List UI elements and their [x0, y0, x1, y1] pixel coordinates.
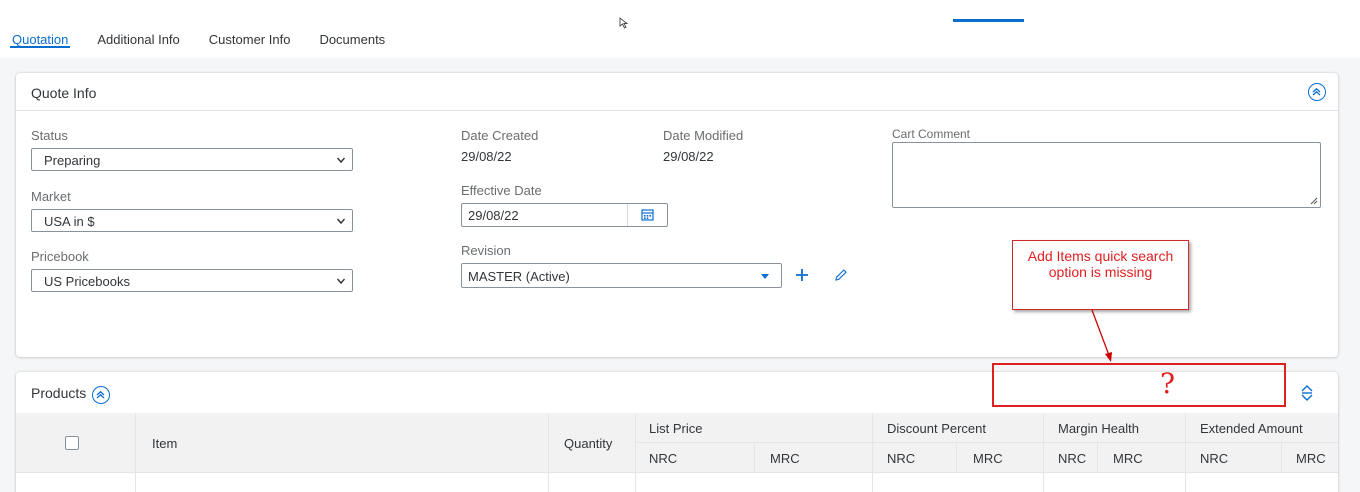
table-cell — [873, 473, 1044, 492]
margin-nrc-header[interactable]: NRC — [1044, 443, 1098, 473]
list-price-mrc-header[interactable]: MRC — [755, 443, 873, 473]
double-chevron-up-icon — [1312, 87, 1321, 96]
mrc-label: MRC — [973, 451, 1003, 466]
table-cell — [549, 473, 636, 492]
tab-quotation[interactable]: Quotation — [9, 0, 71, 58]
revision-value: MASTER (Active) — [468, 269, 570, 284]
list-price-header[interactable]: List Price — [636, 413, 873, 443]
collapse-quote-info-button[interactable] — [1308, 83, 1326, 101]
collapse-products-button[interactable] — [92, 386, 110, 404]
cart-comment-label: Cart Comment — [892, 127, 971, 141]
top-accent-bar — [953, 19, 1024, 22]
annotation-question-mark: ? — [1160, 367, 1176, 400]
mouse-cursor-icon — [619, 17, 631, 29]
top-bar: Quotation Additional Info Customer Info … — [0, 0, 1360, 58]
effective-date-value: 29/08/22 — [468, 208, 519, 223]
table-cell — [16, 473, 136, 492]
tab-additional-info[interactable]: Additional Info — [97, 0, 179, 58]
calendar-icon — [641, 209, 654, 221]
select-all-header — [16, 413, 136, 473]
effective-date-label: Effective Date — [461, 183, 542, 198]
tab-documents[interactable]: Documents — [319, 0, 385, 58]
discount-percent-header[interactable]: Discount Percent — [873, 413, 1044, 443]
products-table: Item Quantity List Price Discount Percen… — [16, 413, 1338, 492]
pricebook-label: Pricebook — [31, 249, 89, 264]
revision-select[interactable]: MASTER (Active) — [461, 263, 782, 288]
edit-revision-button[interactable] — [834, 268, 848, 282]
market-select[interactable]: USA in $ — [31, 209, 353, 232]
products-title: Products — [31, 385, 87, 401]
nrc-label: NRC — [1058, 451, 1087, 466]
quote-info-header: Quote Info — [16, 73, 1338, 111]
margin-health-header[interactable]: Margin Health — [1044, 413, 1186, 443]
add-revision-button[interactable] — [795, 265, 811, 285]
chevron-down-icon — [336, 218, 346, 225]
resize-grip-icon — [1310, 197, 1318, 205]
nrc-label: NRC — [649, 451, 678, 466]
quote-info-title: Quote Info — [31, 85, 97, 101]
tab-customer-info[interactable]: Customer Info — [209, 0, 291, 58]
status-value: Preparing — [44, 153, 101, 168]
table-cell — [636, 473, 873, 492]
caret-down-icon — [761, 274, 769, 279]
market-label: Market — [31, 189, 71, 204]
mrc-label: MRC — [1296, 451, 1326, 466]
nrc-label: NRC — [1200, 451, 1229, 466]
list-price-header-label: List Price — [649, 421, 703, 436]
quantity-header-label: Quantity — [564, 436, 613, 451]
mrc-label: MRC — [770, 451, 800, 466]
table-cell — [1044, 473, 1186, 492]
margin-mrc-header[interactable]: MRC — [1098, 443, 1186, 473]
chevron-down-icon — [336, 278, 346, 285]
discount-nrc-header[interactable]: NRC — [873, 443, 957, 473]
market-value: USA in $ — [44, 214, 95, 229]
effective-date-input[interactable]: 29/08/22 — [461, 203, 668, 227]
date-created-value: 29/08/22 — [461, 149, 512, 164]
quantity-header[interactable]: Quantity — [549, 413, 636, 473]
extended-amount-header-label: Extended Amount — [1200, 421, 1303, 436]
date-modified-value: 29/08/22 — [663, 149, 714, 164]
nrc-label: NRC — [887, 451, 916, 466]
item-header-label: Item — [152, 436, 178, 451]
status-select[interactable]: Preparing — [31, 148, 353, 171]
list-price-nrc-header[interactable]: NRC — [636, 443, 755, 473]
extended-nrc-header[interactable]: NRC — [1186, 443, 1282, 473]
annotation-callout: Add Items quick search option is missing — [1012, 240, 1189, 310]
calendar-button[interactable] — [627, 204, 667, 226]
discount-mrc-header[interactable]: MRC — [957, 443, 1044, 473]
table-row — [16, 473, 1338, 492]
margin-health-header-label: Margin Health — [1058, 421, 1139, 436]
annotation-arrow — [1091, 309, 1112, 362]
select-all-checkbox[interactable] — [65, 436, 79, 450]
item-header[interactable]: Item — [136, 413, 647, 473]
date-modified-label: Date Modified — [663, 128, 744, 143]
pricebook-select[interactable]: US Pricebooks — [31, 269, 353, 292]
extended-mrc-header[interactable]: MRC — [1282, 443, 1338, 473]
date-created-label: Date Created — [461, 128, 539, 143]
mrc-label: MRC — [1113, 451, 1143, 466]
pencil-icon — [835, 269, 847, 281]
table-cell — [136, 473, 549, 492]
double-chevron-up-icon — [96, 390, 105, 399]
cart-comment-textarea[interactable] — [892, 142, 1321, 208]
extended-amount-header[interactable]: Extended Amount — [1186, 413, 1338, 443]
annotation-highlight-box — [992, 363, 1286, 407]
tab-bar: Quotation Additional Info Customer Info … — [0, 0, 414, 58]
discount-percent-header-label: Discount Percent — [887, 421, 986, 436]
plus-icon — [796, 269, 808, 281]
status-label: Status — [31, 128, 68, 143]
revision-label: Revision — [461, 243, 511, 258]
chevron-down-icon — [336, 157, 346, 164]
pricebook-value: US Pricebooks — [44, 274, 130, 289]
sort-icon[interactable] — [1300, 384, 1314, 402]
